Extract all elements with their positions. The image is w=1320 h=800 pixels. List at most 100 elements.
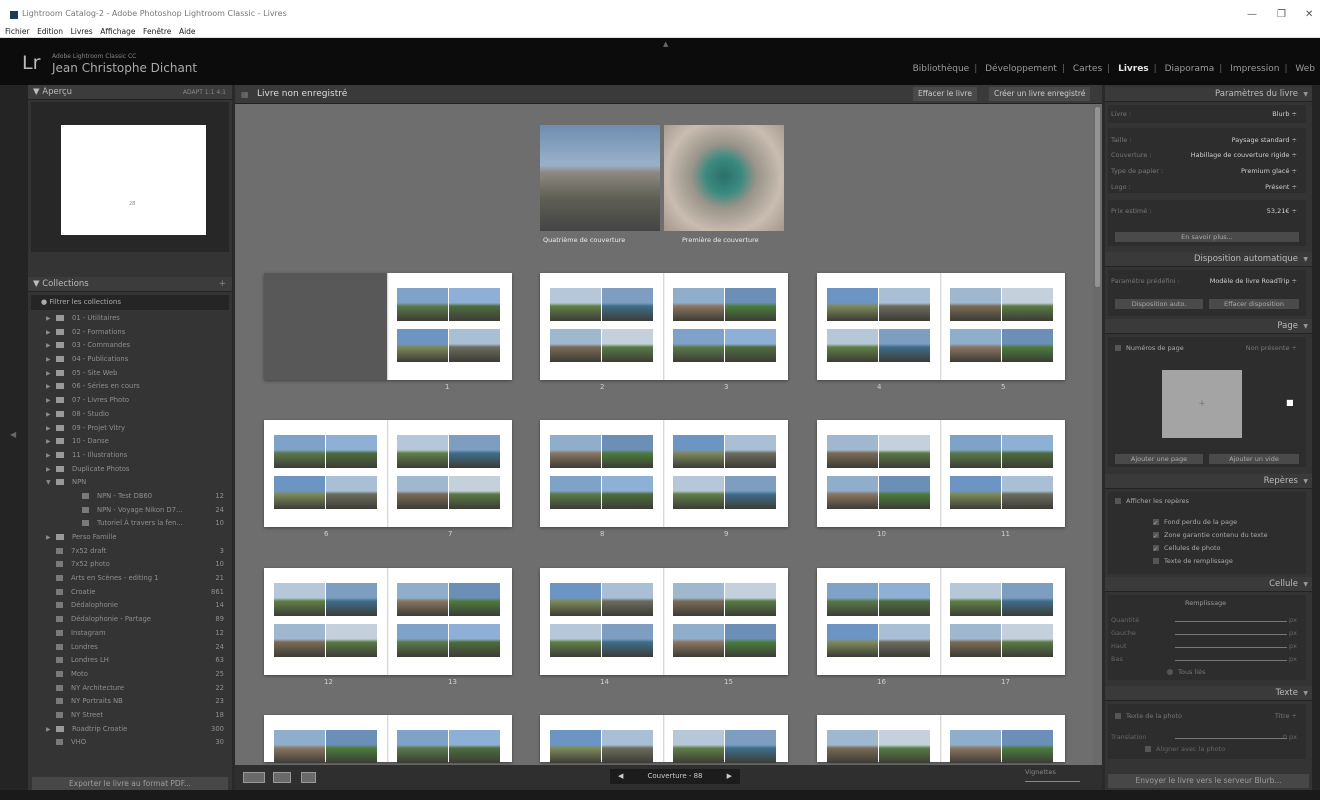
photo-cell[interactable] xyxy=(449,476,500,509)
book-spread[interactable] xyxy=(540,715,788,763)
collection-item[interactable]: ▶ Duplicate Photos xyxy=(28,463,232,477)
cell-padding-row[interactable]: Quantité px xyxy=(1111,616,1297,628)
photo-cell[interactable] xyxy=(602,435,653,468)
photo-cell[interactable] xyxy=(602,730,653,763)
collection-item[interactable]: ▶ 05 - Site Web xyxy=(28,367,232,381)
book-spread[interactable] xyxy=(817,568,1065,675)
photo-cell[interactable] xyxy=(326,583,377,616)
collapse-left-icon[interactable]: ◀ xyxy=(10,430,16,439)
next-page-icon[interactable]: ▶ xyxy=(727,769,732,784)
collection-item[interactable]: Moto 25 xyxy=(28,668,232,682)
photo-cell[interactable] xyxy=(673,329,724,362)
disclosure-triangle-icon[interactable]: ▶ xyxy=(46,408,56,422)
collection-item[interactable]: Dédalophonie 14 xyxy=(28,599,232,613)
photo-cell[interactable] xyxy=(326,476,377,509)
photo-cell[interactable] xyxy=(673,288,724,321)
photo-cell[interactable] xyxy=(274,583,325,616)
photo-cell[interactable] xyxy=(1002,435,1053,468)
collection-item[interactable]: Instagram 12 xyxy=(28,627,232,641)
taille-row[interactable]: Taille : Paysage standard ÷ xyxy=(1111,136,1297,148)
photo-cell[interactable] xyxy=(397,730,448,763)
photo-cell[interactable] xyxy=(950,624,1001,657)
collection-item[interactable]: Londres 24 xyxy=(28,641,232,655)
guide-bleed-checkbox[interactable]: ✓ Fond perdu de la page xyxy=(1153,518,1237,527)
multi-page-view-button[interactable] xyxy=(243,772,265,783)
vignettes-slider[interactable] xyxy=(1025,781,1080,782)
disclosure-triangle-icon[interactable]: ▶ xyxy=(46,380,56,394)
book-spread[interactable] xyxy=(540,568,788,675)
photo-cell[interactable] xyxy=(725,329,776,362)
photo-cell[interactable] xyxy=(1002,730,1053,763)
guide-safe-text-checkbox[interactable]: ✓ Zone garantie contenu du texte xyxy=(1153,531,1268,540)
photo-cell[interactable] xyxy=(326,624,377,657)
page-header[interactable]: Page xyxy=(1105,319,1312,334)
auto-layout-button[interactable]: Disposition auto. xyxy=(1115,299,1203,309)
page-numbers-select[interactable]: Non présente ÷ xyxy=(1111,344,1297,356)
disclosure-triangle-icon[interactable]: ▼ xyxy=(46,476,56,490)
photo-cell[interactable] xyxy=(449,435,500,468)
scrollbar-thumb[interactable] xyxy=(1095,107,1100,287)
photo-cell[interactable] xyxy=(1002,476,1053,509)
menu-aide[interactable]: Aide xyxy=(179,27,196,36)
disclosure-triangle-icon[interactable]: ▶ xyxy=(46,723,56,737)
offset-row[interactable]: Translation 0 px xyxy=(1111,733,1297,745)
template-marker-icon[interactable]: ■ xyxy=(1286,398,1294,407)
page-template-preview[interactable]: + xyxy=(1162,370,1242,438)
photo-cell[interactable] xyxy=(397,624,448,657)
cell-padding-slider[interactable] xyxy=(1175,621,1287,622)
filter-collections[interactable]: ● Filtrer les collections xyxy=(31,295,229,310)
taille-value[interactable]: Paysage standard ÷ xyxy=(1232,136,1297,144)
photo-cell[interactable] xyxy=(725,624,776,657)
disclosure-triangle-icon[interactable]: ▶ xyxy=(46,312,56,326)
cell-padding-row[interactable]: Haut px xyxy=(1111,642,1297,654)
papier-row[interactable]: Type de papier : Premium glacé ÷ xyxy=(1111,167,1297,179)
disclosure-triangle-icon[interactable]: ▶ xyxy=(46,339,56,353)
prev-page-icon[interactable]: ◀ xyxy=(618,769,623,784)
module-bibliotheque[interactable]: Bibliothèque xyxy=(913,64,970,74)
photo-cell[interactable] xyxy=(550,476,601,509)
photo-cell[interactable] xyxy=(449,288,500,321)
book-spread[interactable] xyxy=(540,420,788,527)
photo-cell[interactable] xyxy=(879,730,930,763)
collection-item[interactable]: Londres LH 63 xyxy=(28,654,232,668)
add-blank-button[interactable]: Ajouter un vide xyxy=(1209,454,1299,464)
disclosure-triangle-icon[interactable]: ▶ xyxy=(46,367,56,381)
photo-cell[interactable] xyxy=(950,329,1001,362)
create-saved-book-button[interactable]: Créer un livre enregistré xyxy=(989,87,1091,101)
cell-padding-row[interactable]: Gauche px xyxy=(1111,629,1297,641)
link-all-checkbox[interactable]: Tous liés xyxy=(1167,668,1205,676)
restore-icon[interactable]: ❐ xyxy=(1277,9,1286,20)
photo-cell[interactable] xyxy=(274,476,325,509)
photo-cell[interactable] xyxy=(827,288,878,321)
photo-cell[interactable] xyxy=(827,624,878,657)
collection-item[interactable]: ▶ Perso Famille xyxy=(28,531,232,545)
collection-item[interactable]: ▶ Roadtrip Croatie 300 xyxy=(28,723,232,737)
collection-item[interactable]: VHO 30 xyxy=(28,736,232,750)
cover-spread[interactable] xyxy=(540,125,784,231)
photo-cell[interactable] xyxy=(602,476,653,509)
collection-item[interactable]: Arts en Scènes - editing 1 21 xyxy=(28,572,232,586)
collection-item[interactable]: Croatie 861 xyxy=(28,586,232,600)
module-diaporama[interactable]: Diaporama xyxy=(1165,64,1215,74)
left-panel-edge[interactable]: ◀ xyxy=(0,85,28,790)
photo-cell[interactable] xyxy=(274,435,325,468)
text-header[interactable]: Texte xyxy=(1105,686,1312,701)
collection-item[interactable]: ▶ 06 - Séries en cours xyxy=(28,380,232,394)
photo-cell[interactable] xyxy=(725,476,776,509)
photo-cell[interactable] xyxy=(602,624,653,657)
menu-fichier[interactable]: Fichier xyxy=(5,27,30,36)
photo-cell[interactable] xyxy=(879,288,930,321)
photo-cell[interactable] xyxy=(449,329,500,362)
collection-item[interactable]: NY Architecture 22 xyxy=(28,682,232,696)
close-icon[interactable]: ✕ xyxy=(1305,9,1313,20)
book-spread[interactable] xyxy=(264,420,512,527)
logo-row[interactable]: Logo : Présent ÷ xyxy=(1111,183,1297,195)
photo-cell[interactable] xyxy=(950,476,1001,509)
photo-cell[interactable] xyxy=(602,329,653,362)
disclosure-triangle-icon[interactable]: ▶ xyxy=(46,326,56,340)
collection-item[interactable]: ▶ 11 - Illustrations xyxy=(28,449,232,463)
minimize-icon[interactable]: — xyxy=(1247,9,1257,20)
book-spread[interactable] xyxy=(264,715,512,763)
preset-value[interactable]: Modèle de livre RoadTrip ÷ xyxy=(1210,277,1297,285)
single-page-view-button[interactable] xyxy=(301,772,316,783)
